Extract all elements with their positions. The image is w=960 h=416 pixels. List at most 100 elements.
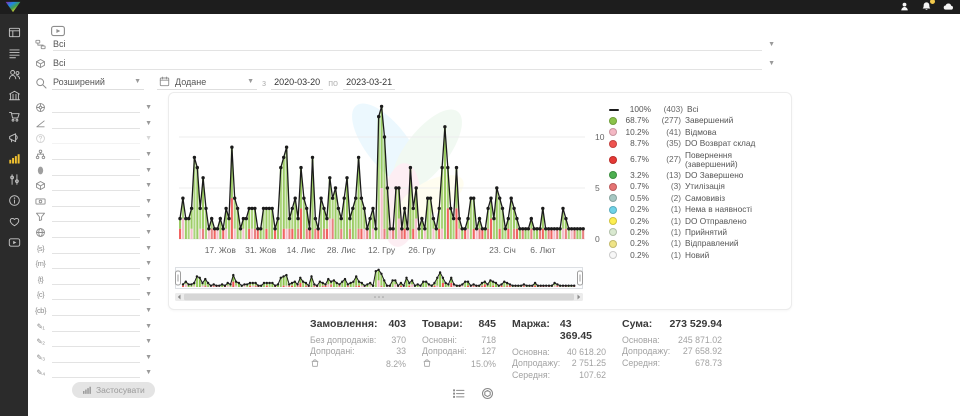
brand-logo-icon[interactable]	[4, 1, 22, 15]
search-icon[interactable]	[34, 77, 47, 89]
legend-item-6[interactable]: 0.7%(3)Утилізація	[609, 182, 783, 191]
search-mode-select[interactable]: Розширений ▼	[52, 76, 144, 90]
filter-select-scales[interactable]: ▼	[34, 116, 152, 132]
legend-item-9[interactable]: 0.2%(1)DO Отправлено	[609, 217, 783, 226]
apply-button[interactable]: Застосувати	[72, 382, 155, 398]
filter-select-funnel[interactable]: ▼	[34, 209, 152, 225]
fingerprint-icon	[34, 165, 47, 176]
sidebar-item-video[interactable]	[4, 236, 24, 249]
sidebar-item-cart[interactable]	[4, 110, 24, 123]
sidebar-item-orders[interactable]	[4, 47, 24, 60]
summary-sub-value: 127	[481, 346, 496, 356]
status-filter-select[interactable]: Всі ▼	[34, 37, 775, 51]
sidebar-item-stats[interactable]	[4, 152, 24, 165]
filter-select-helm[interactable]: ▼	[34, 100, 152, 116]
summary-value: 845	[478, 318, 496, 330]
summary-sub-value: 107.62	[579, 370, 606, 380]
profile-icon[interactable]	[899, 1, 910, 12]
filter-select-field-c[interactable]: {c}▼	[34, 287, 152, 303]
field-cb-icon: {cb}	[34, 306, 47, 315]
filter-select-fingerprint[interactable]: ▼	[34, 162, 152, 178]
legend-item-5[interactable]: 3.2%(13)DO Завершено	[609, 171, 783, 180]
filter-select-pencil-2[interactable]: ✎₂▼	[34, 334, 152, 350]
filter-select-field-s[interactable]: {s}▼	[34, 240, 152, 256]
filter-select-orgchart[interactable]: ▼	[34, 147, 152, 163]
summary-title: Сума:	[622, 318, 652, 330]
legend-item-8[interactable]: 0.2%(1)Нема в наявності	[609, 205, 783, 214]
svg-text:23. Січ: 23. Січ	[489, 245, 516, 255]
filter-select-field-m[interactable]: {m}▼	[34, 256, 152, 272]
filter-select-pencil-4[interactable]: ✎₄ ▼	[34, 365, 152, 381]
helm-icon	[34, 102, 47, 113]
legend-label: Всі	[687, 105, 699, 114]
legend-count: (1)	[653, 228, 681, 237]
package-icon	[34, 180, 47, 191]
filter-select-package[interactable]: ▼	[34, 178, 152, 194]
notifications-bell-icon[interactable]	[921, 1, 932, 12]
summary-column-4: Сума:273 529.94Основна:245 871.02Допрода…	[622, 318, 722, 380]
chevron-down-icon: ▼	[145, 167, 152, 174]
globe-icon	[34, 227, 47, 238]
legend-item-4[interactable]: 6.7%(27)Повернення (завершений)	[609, 151, 783, 169]
date-to-input[interactable]: 2023-03-21	[343, 76, 395, 90]
legend-percent: 0.2%	[621, 228, 649, 237]
date-from-label: з	[262, 78, 266, 88]
chevron-down-icon: ▼	[145, 291, 152, 298]
filter-select-pencil-1[interactable]: ✎₁▼	[34, 318, 152, 334]
summary-value: 273 529.94	[669, 318, 722, 330]
filter-select-banknote[interactable]: ▼	[34, 194, 152, 210]
flow-icon	[34, 39, 47, 50]
legend-percent: 0.2%	[621, 239, 649, 248]
bag-icon	[310, 358, 320, 368]
svg-text:31. Жов: 31. Жов	[245, 245, 277, 255]
filter-select-globe[interactable]: ▼	[34, 225, 152, 241]
filter-select-pencil-3[interactable]: ✎₃▼	[34, 350, 152, 366]
legend-label: Завершений	[685, 116, 733, 125]
summary-sub-value: 8.2%	[386, 359, 406, 369]
legend-item-7[interactable]: 0.5%(2)Самовивіз	[609, 194, 783, 203]
legend-percent: 0.2%	[621, 205, 649, 214]
orders-timeseries-chart[interactable]: 051017. Жов31. Жов14. Лис28. Лис12. Гру2…	[175, 99, 611, 261]
filter-select-field-t[interactable]: {t}▼	[34, 272, 152, 288]
legend-item-1[interactable]: 68.7%(277)Завершений	[609, 116, 783, 125]
sidebar-item-megaphone[interactable]	[4, 131, 24, 144]
legend-item-0[interactable]: 100%(403)Всі	[609, 105, 783, 114]
legend-item-11[interactable]: 0.2%(1)Відправлений	[609, 239, 783, 248]
summary-sub-label: Основні:	[422, 335, 457, 345]
date-field-select[interactable]: Додане ▼	[157, 75, 257, 90]
list-view-icon[interactable]	[452, 387, 465, 400]
summary-title: Замовлення:	[310, 318, 377, 330]
legend-label: DO Завершено	[685, 171, 743, 180]
legend-item-10[interactable]: 0.2%(1)Прийнятий	[609, 228, 783, 237]
navigator-right-handle	[578, 271, 583, 285]
legend-count: (277)	[653, 116, 681, 125]
svg-text:6. Лют: 6. Лют	[530, 245, 555, 255]
legend-percent: 0.2%	[621, 217, 649, 226]
cloud-icon[interactable]	[943, 1, 954, 12]
sidebar-item-sliders[interactable]	[4, 173, 24, 186]
summary-sub-value: 15.0%	[471, 359, 496, 369]
svg-text:12. Гру: 12. Гру	[368, 245, 396, 255]
pencil-4-icon: ✎₄	[34, 368, 47, 377]
package-view-icon[interactable]	[481, 387, 494, 400]
help-icon	[34, 133, 47, 144]
legend-item-3[interactable]: 8.7%(35)DO Возврат склад	[609, 139, 783, 148]
date-from-input[interactable]: 2020-03-20	[271, 76, 323, 90]
legend-percent: 10.2%	[621, 128, 649, 137]
legend-item-2[interactable]: 10.2%(41)Відмова	[609, 128, 783, 137]
legend-percent: 0.5%	[621, 194, 649, 203]
filter-select-field-cb[interactable]: {cb}▼	[34, 303, 152, 319]
chart-range-navigator[interactable]	[175, 267, 585, 303]
legend-item-12[interactable]: 0.2%(1)Новий	[609, 251, 783, 260]
legend-swatch	[609, 156, 617, 164]
chevron-down-icon: ▼	[145, 369, 152, 376]
sidebar-item-info[interactable]	[4, 194, 24, 207]
sidebar-item-dashboard[interactable]	[4, 26, 24, 39]
sidebar-item-clients[interactable]	[4, 68, 24, 81]
legend-percent: 0.2%	[621, 251, 649, 260]
sidebar-item-partners[interactable]	[4, 215, 24, 228]
chevron-down-icon: ▼	[134, 78, 141, 85]
product-filter-select[interactable]: Всі ▼	[34, 56, 775, 70]
sidebar-item-bank[interactable]	[4, 89, 24, 102]
summary-title: Маржа:	[512, 318, 550, 342]
